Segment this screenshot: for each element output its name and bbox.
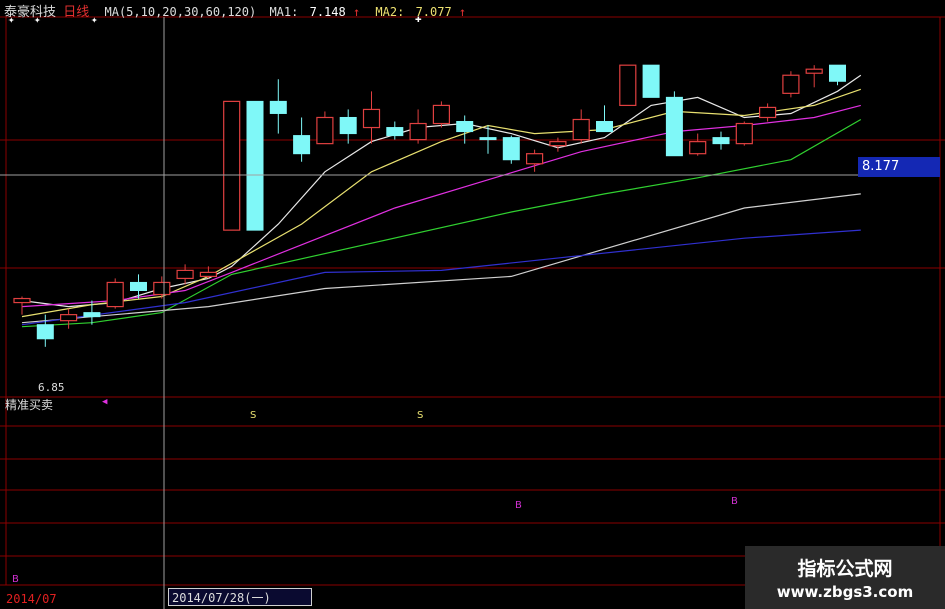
- candle-body-up: [572, 118, 590, 141]
- buy-signal: B: [731, 496, 738, 507]
- candle-body-up: [59, 314, 78, 322]
- header-bar: 泰豪科技 日线 MA(5,10,20,30,60,120) MA1: 7.148…: [4, 1, 467, 20]
- ma2-up-arrow-icon: ↑: [458, 5, 467, 19]
- candle-body-down: [456, 121, 474, 133]
- candle-body-down: [293, 135, 311, 155]
- candle-body-up: [176, 269, 194, 280]
- sparkle-icon: ✦: [8, 13, 15, 26]
- candle-body-down: [339, 116, 357, 135]
- low-price-value: 6.85: [38, 381, 65, 394]
- ma-line-ma60: [21, 193, 861, 324]
- buy-signal: B: [515, 500, 522, 511]
- candle-body-up: [549, 141, 567, 147]
- current-price-tag[interactable]: 8.177: [858, 157, 940, 177]
- sell-signal: S: [250, 410, 257, 421]
- candle-body-down: [386, 127, 404, 137]
- kline-chart-window[interactable]: 泰豪科技 日线 MA(5,10,20,30,60,120) MA1: 7.148…: [0, 0, 945, 609]
- candle-body-up: [316, 116, 334, 145]
- low-price-label: 6.85: [38, 381, 65, 394]
- candle-body-down: [642, 64, 660, 98]
- watermark-title: 指标公式网: [797, 558, 893, 580]
- candle-body-up: [735, 122, 753, 145]
- candle-body-down: [596, 121, 613, 133]
- chart-canvas[interactable]: [0, 0, 945, 609]
- candle-body-down: [83, 312, 101, 318]
- ma2-label: MA2:: [375, 5, 405, 19]
- start-date-label: 2014/07: [6, 592, 57, 606]
- candle-body-down: [479, 137, 497, 141]
- candle-body-up: [758, 106, 777, 119]
- candle-body-down: [665, 96, 683, 157]
- candle-body-up: [525, 153, 544, 165]
- candle-body-down: [130, 281, 147, 291]
- candle-body-down: [36, 324, 54, 340]
- panel-arrow-icon[interactable]: ◀: [102, 397, 107, 407]
- candle-body-up: [619, 64, 637, 107]
- candle-body-up: [782, 74, 800, 94]
- indicator-panel-title[interactable]: 精准买卖: [5, 396, 53, 413]
- candle-body-up: [805, 68, 823, 74]
- ma-line-ma20: [21, 104, 861, 308]
- candle-body-down: [269, 100, 287, 114]
- candle-body-up: [689, 141, 707, 155]
- candle-body-down: [246, 100, 264, 231]
- sparkle-icon: ✦: [34, 13, 41, 26]
- candle-body-up: [106, 281, 124, 308]
- cursor-cross-icon: ✚: [415, 12, 422, 25]
- candle-body-down: [829, 64, 846, 82]
- candle-body-up: [223, 100, 241, 231]
- watermark: 指标公式网 www.zbgs3.com: [745, 546, 945, 609]
- candle-body-up: [13, 297, 31, 304]
- grid-lines: [0, 16, 945, 609]
- candle-body-up: [153, 281, 171, 296]
- watermark-url: www.zbgs3.com: [776, 583, 914, 601]
- buy-signal: B: [12, 574, 19, 585]
- candle-body-up: [432, 104, 450, 125]
- ma1-value: 7.148: [309, 5, 346, 19]
- candle-body-down: [502, 137, 520, 161]
- candle-body-up: [362, 108, 381, 129]
- sparkle-icon: ✦: [91, 13, 98, 26]
- cursor-date-box[interactable]: 2014/07/28(一): [168, 588, 312, 606]
- period-label[interactable]: 日线: [63, 5, 89, 20]
- candle-body-up: [199, 271, 217, 278]
- candle-body-up: [409, 122, 427, 141]
- ma-line-ma120: [21, 229, 861, 326]
- sell-signal: S: [417, 410, 424, 421]
- ma-params: MA(5,10,20,30,60,120): [104, 5, 257, 19]
- candle-body-down: [712, 137, 730, 145]
- ma1-up-arrow-icon: ↑: [352, 5, 361, 19]
- ma1-label: MA1:: [269, 5, 299, 19]
